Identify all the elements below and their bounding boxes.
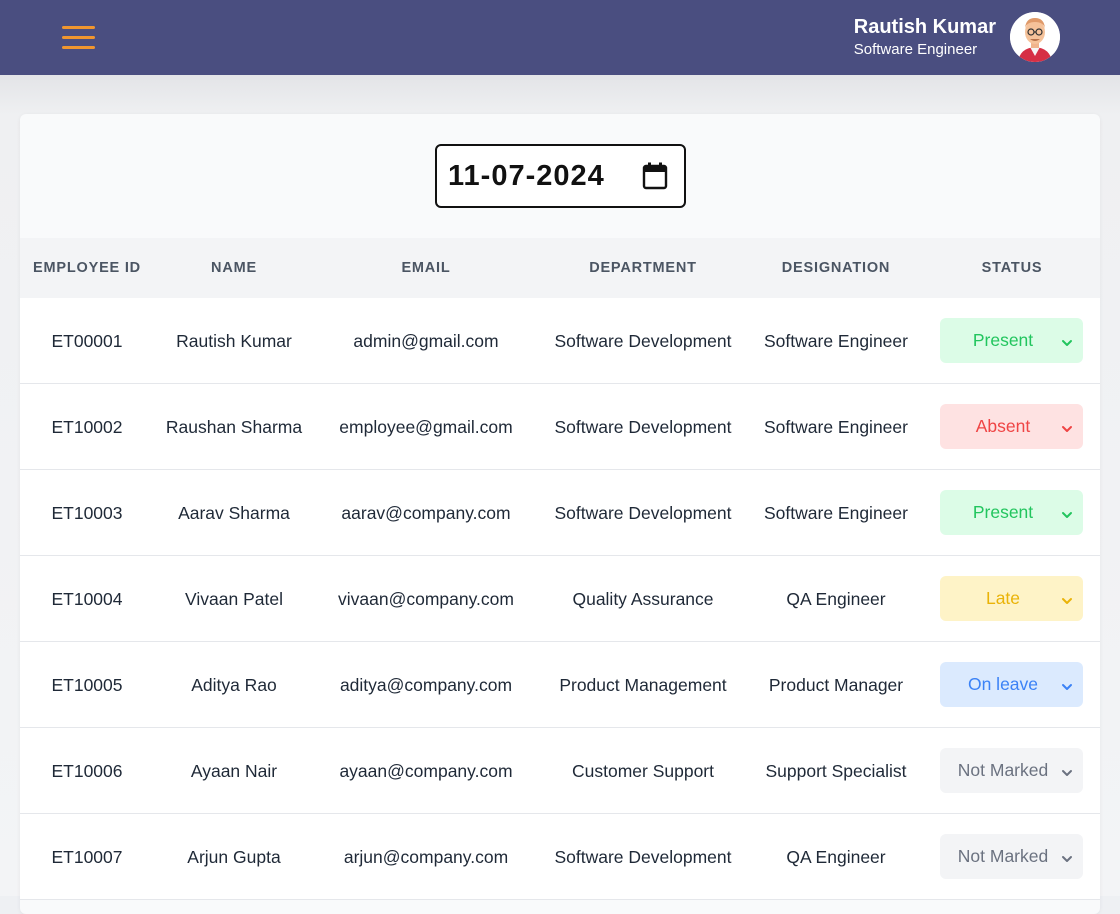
employee-id-cell: ET10005 bbox=[51, 675, 123, 695]
employee-id-cell: ET10002 bbox=[51, 417, 123, 437]
status-select[interactable]: Not Marked bbox=[940, 834, 1083, 879]
column-header-designation: DESIGNATION bbox=[781, 260, 891, 276]
email-cell: vivaan@company.com bbox=[338, 589, 514, 609]
avatar[interactable] bbox=[1010, 12, 1060, 62]
status-select[interactable]: Present bbox=[940, 490, 1083, 535]
name-cell: Vivaan Patel bbox=[185, 589, 283, 609]
email-cell: employee@gmail.com bbox=[339, 417, 513, 437]
employee-id-cell: ET10003 bbox=[51, 503, 123, 523]
user-role: Software Engineer bbox=[853, 40, 978, 58]
email-cell: admin@gmail.com bbox=[353, 331, 499, 351]
status-select[interactable]: Absent bbox=[940, 404, 1083, 449]
department-cell: Product Management bbox=[559, 675, 727, 695]
column-header-employee-id: EMPLOYEE ID bbox=[33, 260, 141, 276]
chevron-down-icon bbox=[1061, 591, 1073, 612]
employee-id-cell: ET10006 bbox=[51, 761, 123, 781]
email-cell: arjun@company.com bbox=[343, 847, 509, 867]
date-value[interactable]: 11-07-2024 bbox=[448, 160, 605, 193]
designation-cell: Software Engineer bbox=[764, 417, 908, 437]
designation-cell: QA Engineer bbox=[786, 589, 886, 609]
table-header: EMPLOYEE ID NAME EMAIL DEPARTMENT DESIGN… bbox=[20, 238, 1100, 298]
table-body: ET00001 Rautish Kumar admin@gmail.com Softw… bbox=[20, 298, 1100, 900]
status-label: Present bbox=[972, 330, 1034, 350]
user-info: Rautish Kumar Software Engineer bbox=[854, 15, 996, 60]
name-cell: Aarav Sharma bbox=[178, 503, 290, 523]
user-profile[interactable]: Rautish Kumar Software Engineer bbox=[854, 12, 1060, 62]
chevron-down-icon bbox=[1061, 419, 1073, 440]
designation-cell: Support Specialist bbox=[765, 761, 907, 781]
department-cell: Software Development bbox=[554, 331, 732, 351]
email-cell: aarav@company.com bbox=[341, 503, 511, 523]
designation-cell: QA Engineer bbox=[786, 847, 886, 867]
table-row: ET10006 Ayaan Nair ayaan@company.com Custom… bbox=[20, 728, 1100, 814]
table-row: ET10007 Arjun Gupta arjun@company.com Softw… bbox=[20, 814, 1100, 900]
calendar-icon[interactable] bbox=[642, 162, 668, 195]
name-cell: Aditya Rao bbox=[191, 675, 277, 695]
department-cell: Quality Assurance bbox=[572, 589, 714, 609]
chevron-down-icon bbox=[1061, 763, 1073, 784]
designation-cell: Software Engineer bbox=[764, 503, 908, 523]
status-select[interactable]: On leave bbox=[940, 662, 1083, 707]
email-cell: ayaan@company.com bbox=[339, 761, 513, 781]
employee-id-cell: ET10004 bbox=[51, 589, 123, 609]
top-bar: Rautish Kumar Software Engineer bbox=[0, 0, 1120, 75]
table-row: ET00001 Rautish Kumar admin@gmail.com Softw… bbox=[20, 298, 1100, 384]
chevron-down-icon bbox=[1061, 849, 1073, 870]
email-cell: aditya@company.com bbox=[339, 675, 513, 695]
status-label: Not Marked bbox=[957, 760, 1049, 780]
date-picker[interactable]: 11-07-2024 bbox=[435, 144, 686, 208]
name-cell: Ayaan Nair bbox=[190, 761, 278, 781]
chevron-down-icon bbox=[1061, 505, 1073, 526]
column-header-email: EMAIL bbox=[401, 260, 451, 276]
status-label: Not Marked bbox=[957, 846, 1049, 866]
status-label: Absent bbox=[975, 416, 1031, 436]
name-cell: Arjun Gupta bbox=[187, 847, 281, 867]
department-cell: Software Development bbox=[554, 847, 732, 867]
employee-id-cell: ET10007 bbox=[51, 847, 123, 867]
name-cell: Raushan Sharma bbox=[165, 417, 303, 437]
column-header-department: DEPARTMENT bbox=[589, 260, 697, 276]
table-row: ET10004 Vivaan Patel vivaan@company.com Qua… bbox=[20, 556, 1100, 642]
table-row: ET10005 Aditya Rao aditya@company.com Produ… bbox=[20, 642, 1100, 728]
status-label: On leave bbox=[967, 674, 1039, 694]
department-cell: Software Development bbox=[554, 503, 732, 523]
chevron-down-icon bbox=[1061, 333, 1073, 354]
department-cell: Customer Support bbox=[571, 761, 714, 781]
name-cell: Rautish Kumar bbox=[176, 331, 292, 351]
user-name: Rautish Kumar bbox=[853, 15, 996, 38]
table-row: ET10003 Aarav Sharma aarav@company.com Soft… bbox=[20, 470, 1100, 556]
status-select[interactable]: Late bbox=[940, 576, 1083, 621]
status-label: Present bbox=[972, 502, 1034, 522]
employee-id-cell: ET00001 bbox=[51, 331, 123, 351]
table-row: ET10002 Raushan Sharma employee@gmail.com S… bbox=[20, 384, 1100, 470]
status-select[interactable]: Present bbox=[940, 318, 1083, 363]
chevron-down-icon bbox=[1061, 677, 1073, 698]
department-cell: Software Development bbox=[554, 417, 732, 437]
status-select[interactable]: Not Marked bbox=[940, 748, 1083, 793]
column-header-status: STATUS bbox=[981, 260, 1043, 276]
column-header-name: NAME bbox=[211, 260, 257, 276]
menu-icon[interactable] bbox=[62, 26, 95, 50]
status-label: Late bbox=[985, 588, 1021, 608]
designation-cell: Software Engineer bbox=[764, 331, 908, 351]
designation-cell: Product Manager bbox=[768, 675, 904, 695]
attendance-card: 11-07-2024 EMPLOYEE ID NAME EMAIL DEPART… bbox=[20, 114, 1100, 914]
